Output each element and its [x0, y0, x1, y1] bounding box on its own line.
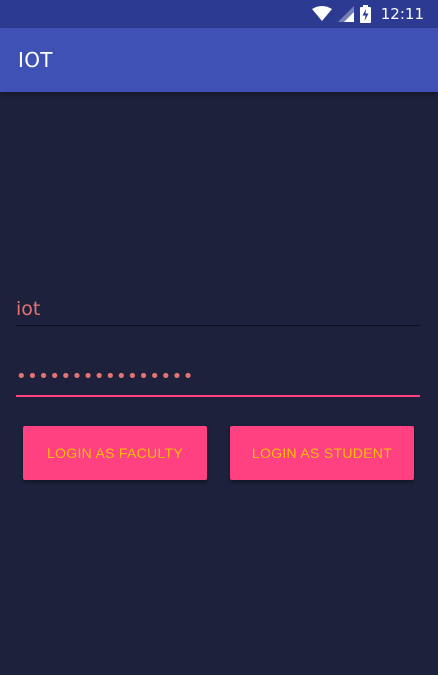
password-field[interactable]: •••••••••••••••• [16, 363, 420, 397]
login-as-student-button[interactable]: LOGIN AS STUDENT [230, 426, 414, 480]
login-as-faculty-button[interactable]: LOGIN AS FACULTY [23, 426, 207, 480]
username-field[interactable]: iot [16, 292, 420, 326]
username-input-value: iot [16, 298, 41, 320]
battery-charging-icon [359, 5, 371, 23]
wifi-icon [311, 6, 332, 22]
password-input-value: •••••••••••••••• [16, 366, 194, 387]
signal-icon [337, 6, 354, 22]
status-time: 12:11 [380, 5, 424, 23]
app-bar: IOT [0, 28, 438, 92]
status-bar: 12:11 [0, 0, 438, 28]
page-title: IOT [18, 48, 53, 72]
